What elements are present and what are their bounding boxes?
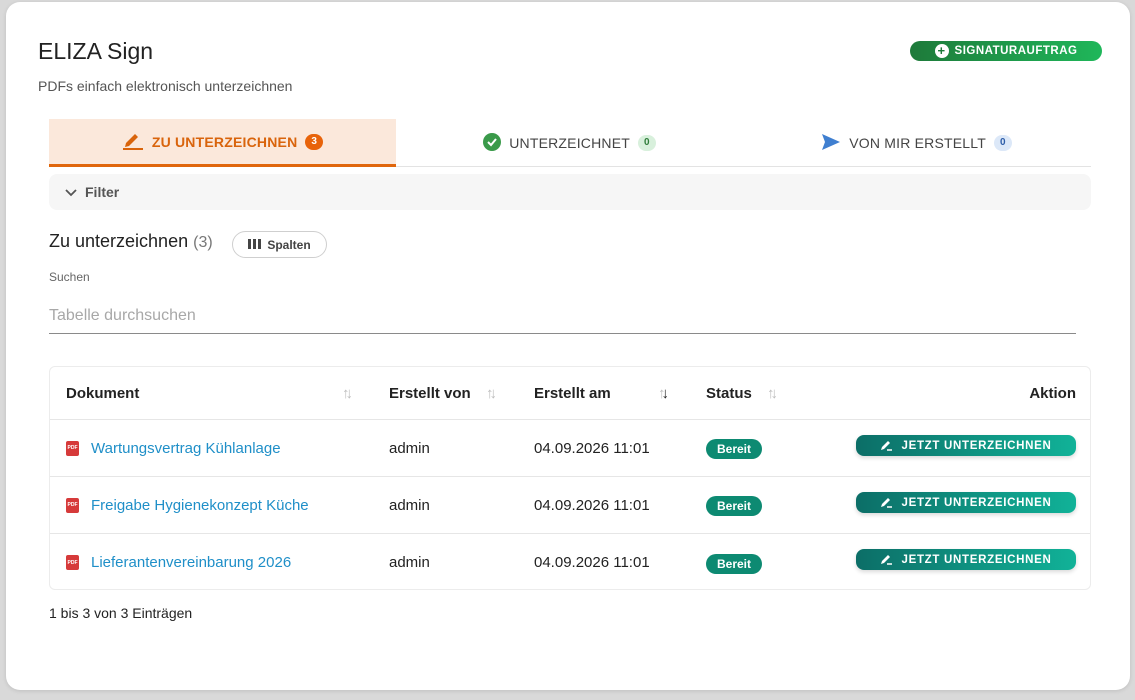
created-at-cell: 04.09.2026 11:01 [534, 439, 650, 457]
pdf-file-icon: PDF [66, 555, 79, 570]
tab-to-sign-label: ZU UNTERZEICHNEN [151, 133, 298, 150]
tab-signed[interactable]: UNTERZEICHNET 0 [396, 119, 743, 167]
header-status[interactable]: Status [706, 367, 752, 419]
tab-signed-count: 0 [638, 135, 656, 151]
document-cell: PDF Freigabe Hygienekonzept Küche [66, 477, 309, 533]
tab-created-by-me-count: 0 [993, 135, 1012, 151]
sort-desc-icon[interactable]: ↑↓ [658, 385, 669, 402]
pdf-file-icon: PDF [66, 440, 79, 456]
page-title: ELIZA Sign [38, 38, 154, 64]
search-input[interactable] [49, 298, 1076, 334]
created-by-cell: admin [389, 439, 430, 457]
filter-label: Filter [85, 184, 120, 200]
list-count: (3) [193, 234, 213, 251]
sign-now-label: JETZT UNTERZEICHNEN [901, 553, 1052, 566]
sort-icon[interactable]: ↑↓ [767, 385, 778, 402]
new-signature-request-label: SIGNATURAUFTRAG [954, 45, 1078, 57]
tab-created-by-me-label: VON MIR ERSTELLT [849, 135, 986, 151]
main-card: ELIZA Sign PDFs einfach elektronisch unt… [6, 2, 1130, 690]
tab-bar: ZU UNTERZEICHNEN 3 UNTERZEICHNET 0 VON M… [49, 119, 1091, 167]
sort-icon[interactable]: ↑↓ [342, 385, 353, 402]
sign-now-button[interactable]: JETZT UNTERZEICHNEN [856, 492, 1076, 513]
sign-now-label: JETZT UNTERZEICHNEN [901, 439, 1052, 452]
signature-icon [880, 495, 893, 511]
created-at-cell: 04.09.2026 11:01 [534, 496, 650, 514]
signature-icon [880, 552, 893, 568]
status-badge: Bereit [706, 439, 763, 459]
status-badge: Bereit [706, 496, 763, 516]
filter-toggle[interactable]: Filter [49, 174, 1091, 210]
header-created-at[interactable]: Erstellt am [534, 367, 611, 419]
table-header-row: Dokument ↑↓ Erstellt von ↑↓ Erstellt am … [50, 367, 1090, 420]
sign-now-button[interactable]: JETZT UNTERZEICHNEN [856, 549, 1076, 570]
page-subtitle: PDFs einfach elektronisch unterzeichnen [38, 78, 293, 94]
header-created-by[interactable]: Erstellt von [389, 367, 471, 419]
sign-now-label: JETZT UNTERZEICHNEN [901, 496, 1052, 509]
sign-now-button[interactable]: JETZT UNTERZEICHNEN [856, 435, 1076, 456]
document-link[interactable]: Freigabe Hygienekonzept Küche [91, 497, 309, 514]
header-action: Aktion [1029, 384, 1076, 402]
check-circle-icon [483, 132, 502, 154]
chevron-down-icon [65, 184, 77, 200]
document-link[interactable]: Wartungsvertrag Kühlanlage [91, 440, 281, 457]
document-cell: PDF Wartungsvertrag Kühlanlage [66, 420, 281, 476]
created-at-cell: 04.09.2026 11:01 [534, 554, 650, 571]
columns-icon [248, 238, 262, 252]
new-signature-request-button[interactable]: + SIGNATURAUFTRAG [910, 41, 1102, 61]
status-cell: Bereit [706, 534, 763, 591]
columns-button-label: Spalten [267, 237, 311, 252]
pagination-info: 1 bis 3 von 3 Einträgen [49, 605, 193, 621]
status-cell: Bereit [706, 477, 763, 533]
documents-table: Dokument ↑↓ Erstellt von ↑↓ Erstellt am … [49, 366, 1091, 590]
tab-to-sign-count: 3 [305, 133, 324, 150]
list-title: Zu unterzeichnen (3) [49, 231, 213, 252]
status-cell: Bereit [706, 420, 763, 476]
document-link[interactable]: Lieferantenvereinbarung 2026 [91, 554, 291, 571]
plus-circle-icon: + [934, 44, 949, 58]
table-row: PDF Freigabe Hygienekonzept Küche admin … [50, 477, 1090, 534]
signature-icon [880, 438, 893, 454]
pdf-file-icon: PDF [66, 497, 79, 513]
table-row: PDF Wartungsvertrag Kühlanlage admin 04.… [50, 420, 1090, 477]
tab-to-sign[interactable]: ZU UNTERZEICHNEN 3 [49, 119, 396, 167]
tab-signed-label: UNTERZEICHNET [509, 135, 631, 151]
status-badge: Bereit [706, 553, 763, 574]
list-title-text: Zu unterzeichnen [49, 231, 189, 251]
header-document[interactable]: Dokument [66, 367, 139, 419]
tab-created-by-me[interactable]: VON MIR ERSTELLT 0 [743, 119, 1090, 167]
created-by-cell: admin [389, 496, 430, 514]
sort-icon[interactable]: ↑↓ [486, 385, 497, 402]
columns-button[interactable]: Spalten [232, 231, 327, 258]
created-by-cell: admin [389, 554, 430, 571]
document-cell: PDF Lieferantenvereinbarung 2026 [66, 534, 291, 591]
search-label: Suchen [49, 270, 90, 284]
table-row: PDF Lieferantenvereinbarung 2026 admin 0… [50, 534, 1090, 591]
send-icon [821, 133, 841, 154]
pen-icon [122, 130, 144, 153]
